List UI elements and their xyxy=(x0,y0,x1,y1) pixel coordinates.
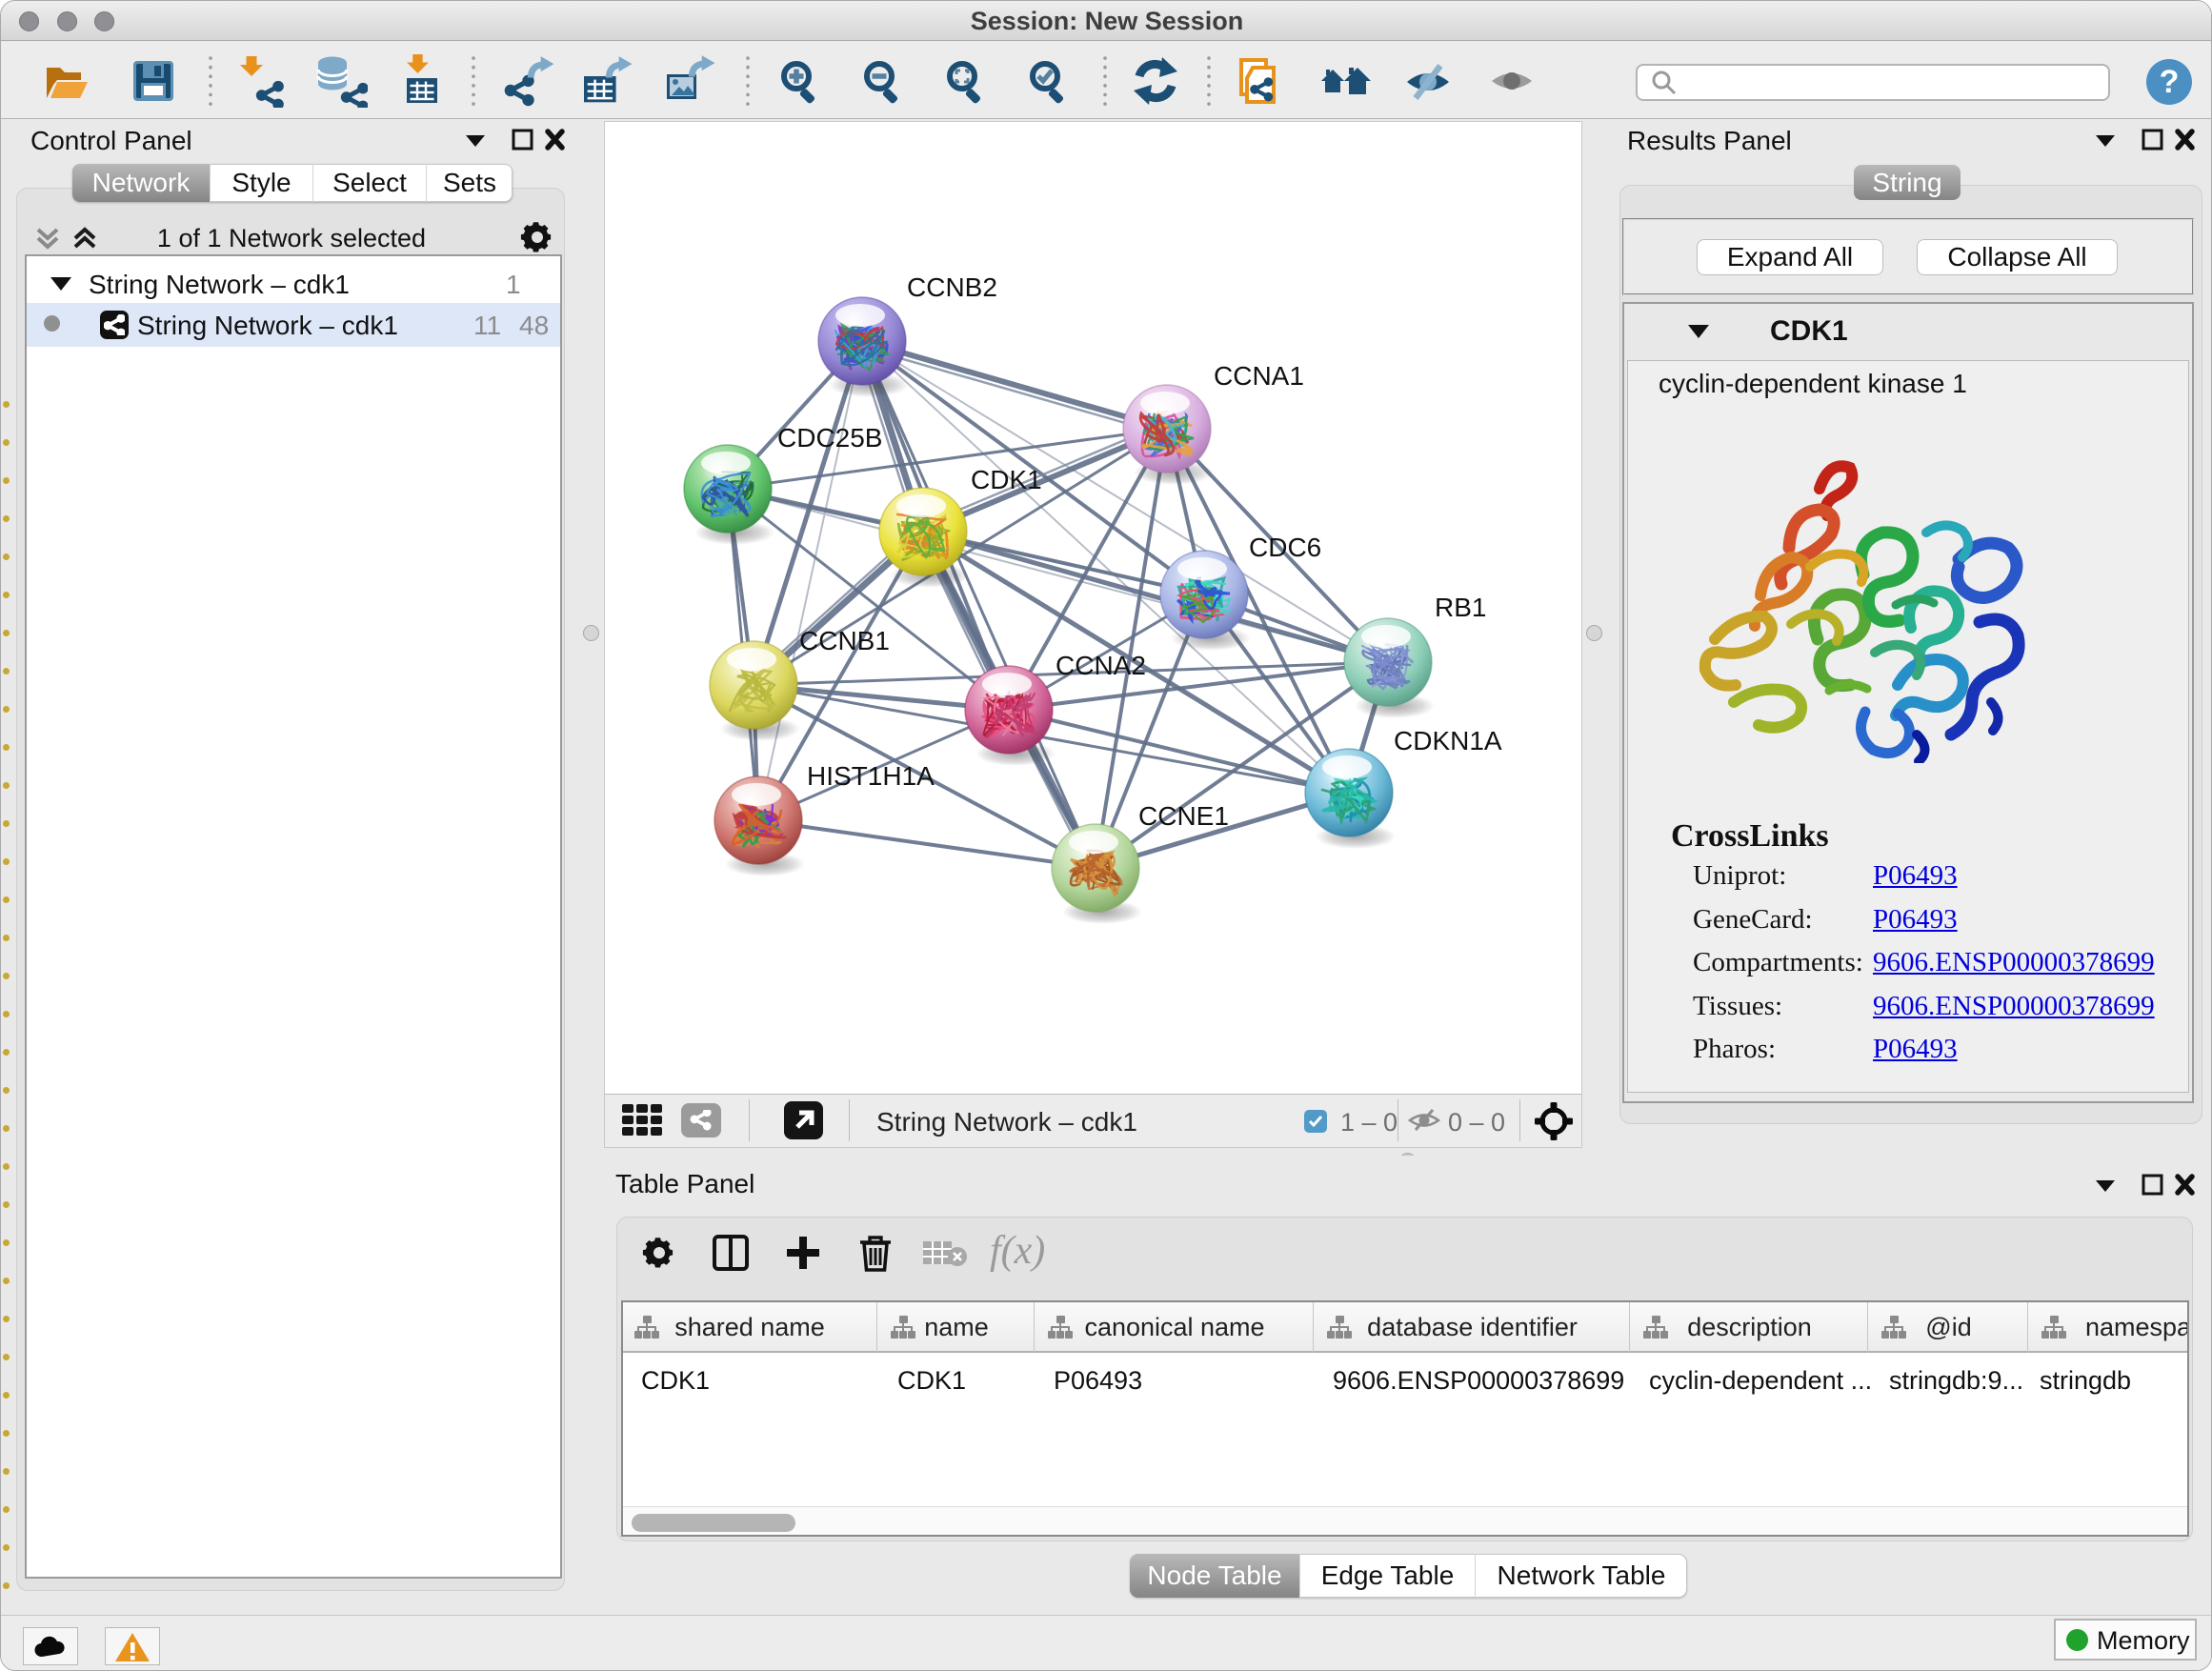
svg-text:CCNA1: CCNA1 xyxy=(1214,361,1304,391)
svg-text:CCNA2: CCNA2 xyxy=(1056,651,1146,680)
svg-text:CDC25B: CDC25B xyxy=(777,423,882,453)
svg-text:CDC6: CDC6 xyxy=(1249,533,1321,562)
svg-text:RB1: RB1 xyxy=(1435,593,1486,622)
svg-text:CDK1: CDK1 xyxy=(971,465,1042,494)
svg-text:CCNB1: CCNB1 xyxy=(799,626,890,655)
svg-text:CCNE1: CCNE1 xyxy=(1138,801,1229,831)
svg-text:CDKN1A: CDKN1A xyxy=(1394,726,1502,755)
svg-text:HIST1H1A: HIST1H1A xyxy=(807,761,935,791)
svg-text:CCNB2: CCNB2 xyxy=(907,272,997,302)
